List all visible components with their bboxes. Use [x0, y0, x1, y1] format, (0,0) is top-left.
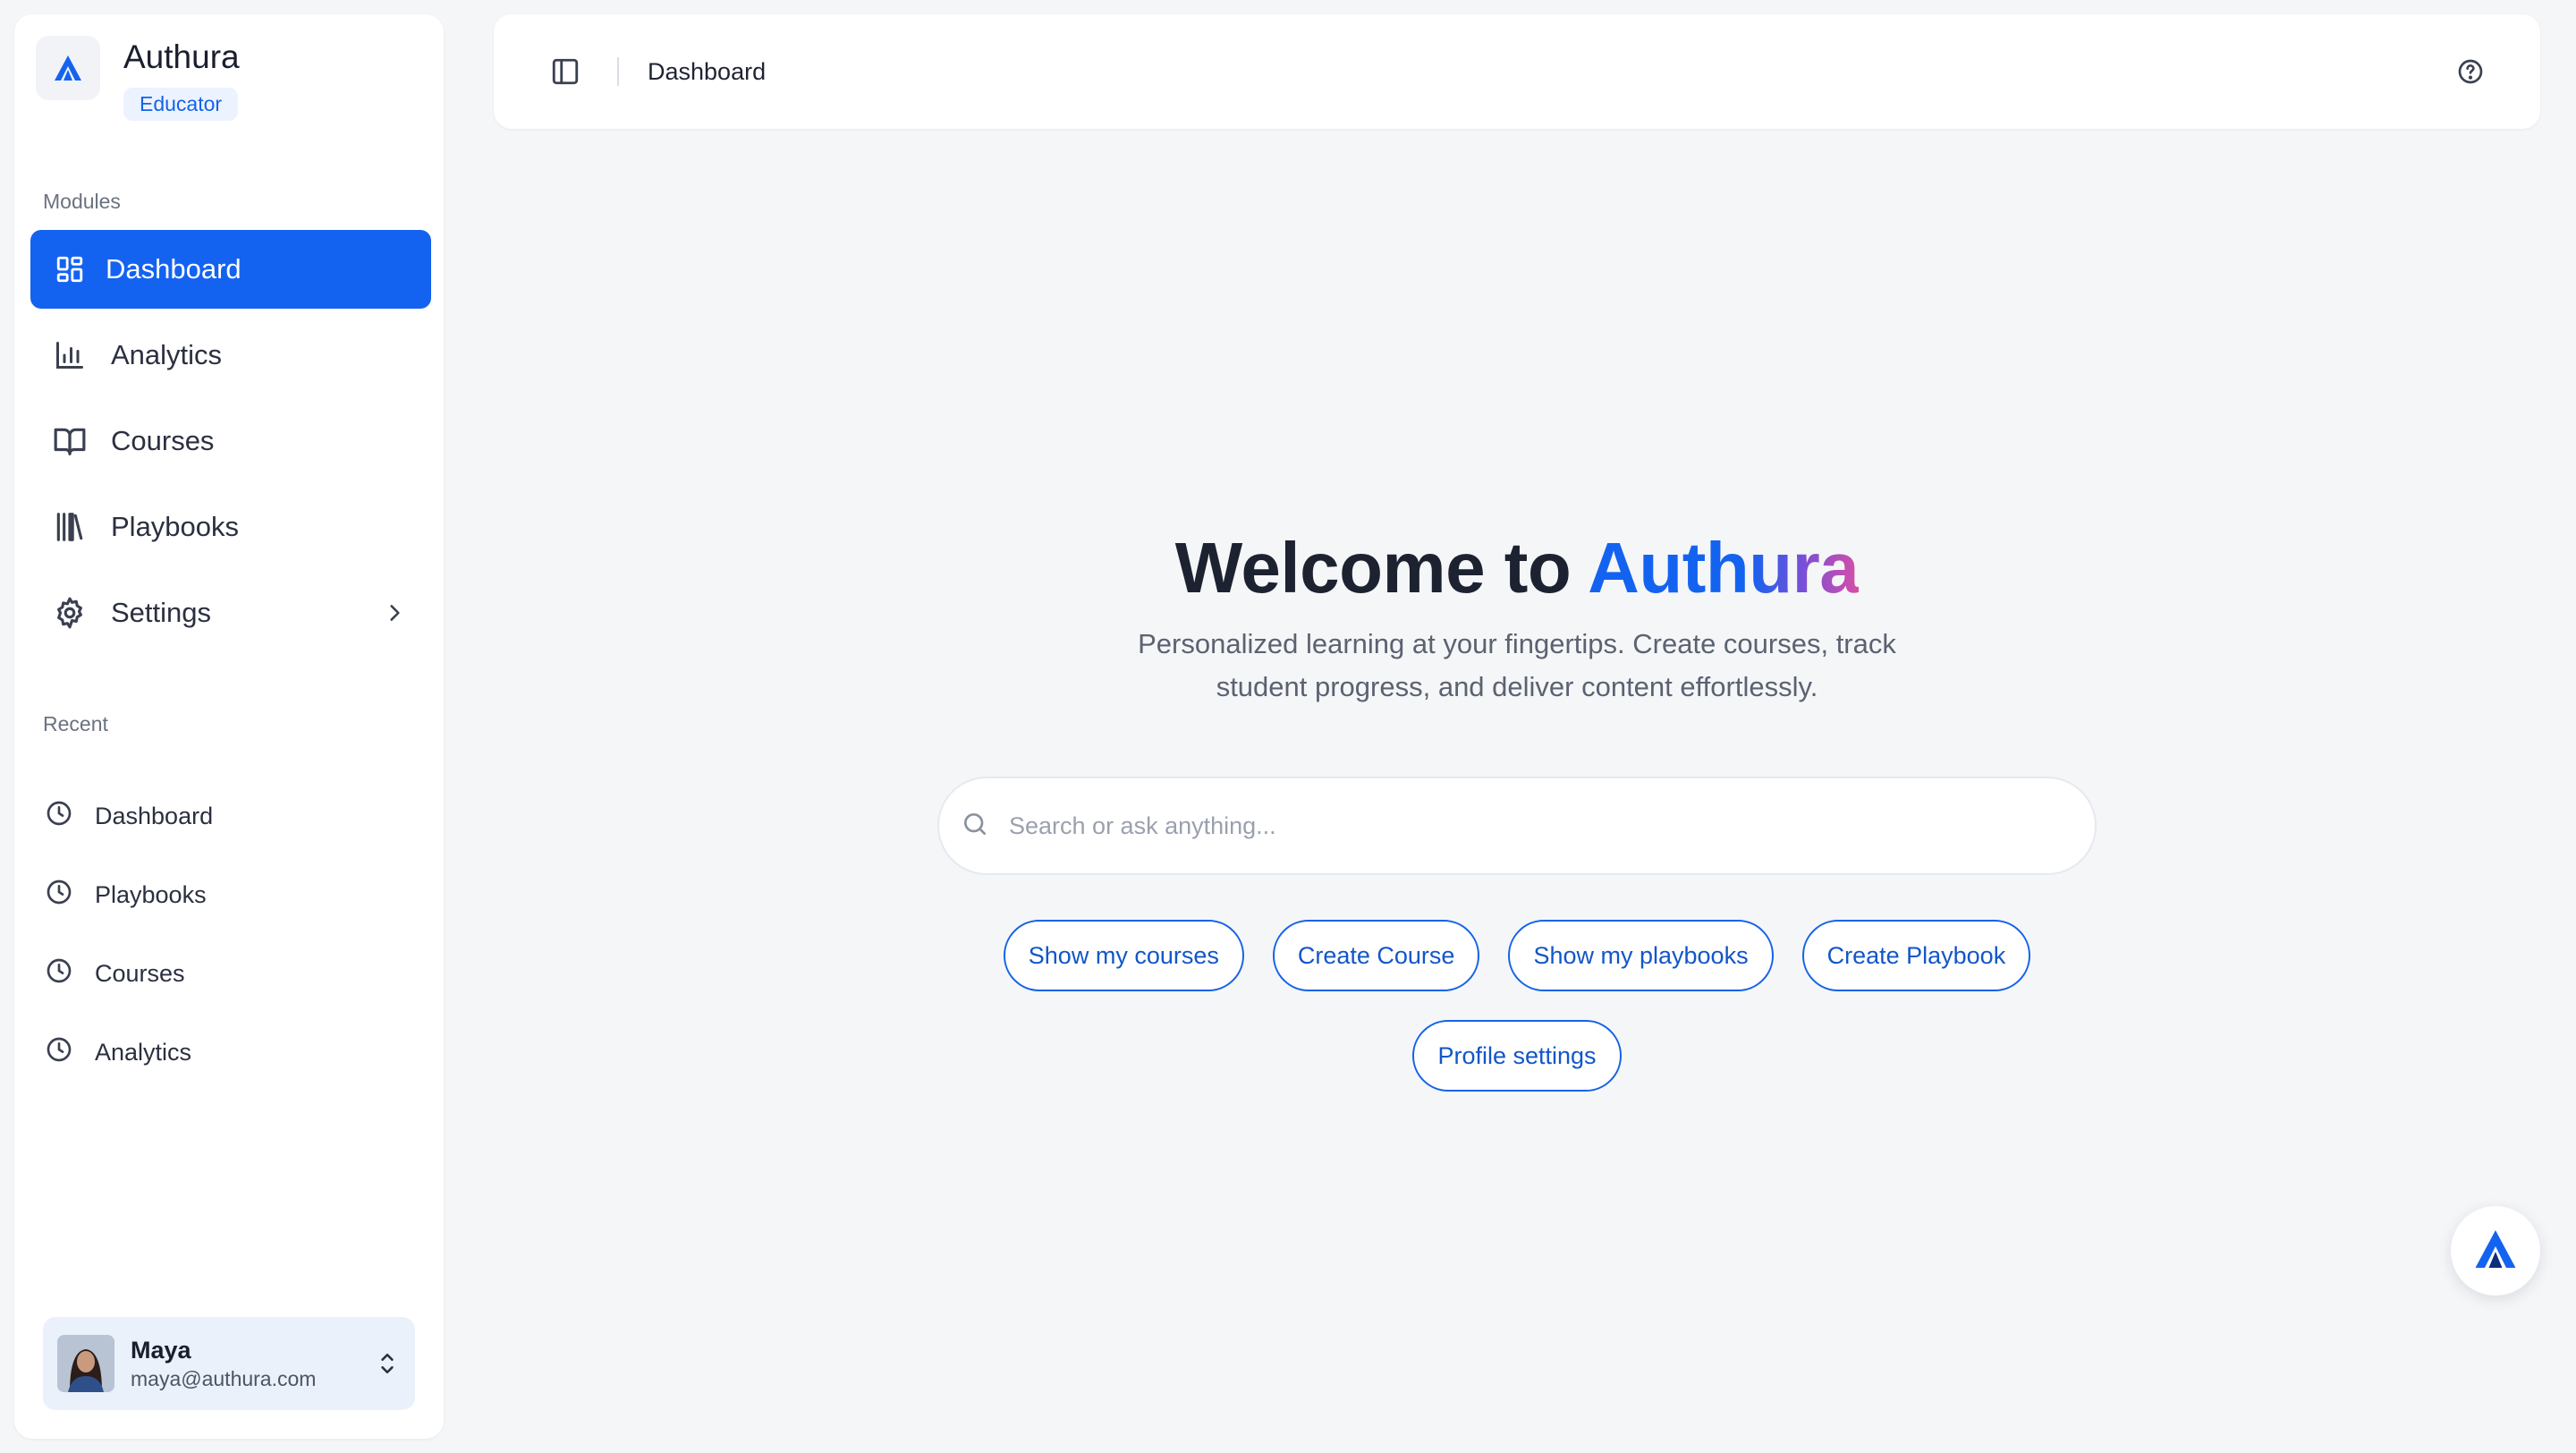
role-badge: Educator [123, 88, 239, 121]
page-title: Dashboard [648, 57, 767, 85]
sidebar-item-label: Dashboard [106, 253, 242, 285]
welcome-title-prefix: Welcome to [1174, 528, 1589, 608]
recent-item-analytics[interactable]: Analytics [45, 1013, 429, 1092]
sidebar-item-playbooks[interactable]: Playbooks [30, 488, 431, 566]
welcome-hero: Welcome to Authura Personalized learning… [494, 519, 2540, 709]
recent-item-courses[interactable]: Courses [45, 934, 429, 1013]
chevrons-up-down-icon[interactable] [376, 1349, 399, 1378]
brand-name: Authura [123, 38, 240, 75]
dashboard-grid-icon [52, 251, 88, 287]
sidebar-item-label: Analytics [111, 339, 223, 370]
search-icon [961, 810, 989, 843]
authura-logo-icon [2472, 1228, 2519, 1275]
sidebar: Authura Educator Modules Dashboard Analy… [14, 14, 444, 1439]
authura-logo-icon[interactable] [36, 36, 100, 100]
sidebar-item-dashboard[interactable]: Dashboard [30, 230, 431, 309]
recent-item-label: Dashboard [95, 802, 214, 829]
sidebar-item-analytics[interactable]: Analytics [30, 316, 431, 395]
library-icon [52, 509, 88, 545]
sidebar-nav: Dashboard Analytics Courses Playbooks Se… [30, 230, 431, 659]
sidebar-item-label: Playbooks [111, 511, 240, 542]
modules-section-label: Modules [43, 190, 121, 213]
brand: Authura Educator [36, 36, 240, 121]
welcome-title-brand: Authura [1588, 528, 1860, 608]
recent-item-label: Courses [95, 959, 185, 987]
gear-icon [52, 595, 88, 631]
sidebar-toggle-icon[interactable] [547, 54, 583, 89]
avatar [57, 1335, 114, 1392]
chevron-right-icon[interactable] [383, 601, 406, 625]
open-book-icon [52, 423, 88, 459]
recent-item-label: Playbooks [95, 880, 207, 908]
profile-settings-button[interactable]: Profile settings [1412, 1020, 1622, 1092]
topbar-divider [617, 57, 619, 86]
top-bar: Dashboard [494, 14, 2540, 129]
recent-item-playbooks[interactable]: Playbooks [45, 855, 429, 934]
clock-icon [45, 956, 73, 991]
sidebar-item-label: Courses [111, 425, 215, 456]
welcome-subtitle: Personalized learning at your fingertips… [1138, 628, 1896, 702]
user-account-switcher[interactable]: Maya maya@authura.com [43, 1317, 415, 1410]
search-bar[interactable] [937, 777, 2097, 875]
bar-chart-icon [52, 337, 88, 373]
search-input[interactable] [1009, 811, 2038, 840]
create-playbook-button[interactable]: Create Playbook [1801, 920, 2031, 991]
clock-icon [45, 1035, 73, 1070]
quick-actions-row-1: Show my courses Create Course Show my pl… [494, 920, 2540, 991]
recent-item-dashboard[interactable]: Dashboard [45, 777, 429, 855]
sidebar-item-settings[interactable]: Settings [30, 574, 431, 652]
help-icon[interactable] [2453, 54, 2488, 89]
assistant-fab[interactable] [2451, 1206, 2540, 1296]
user-email: maya@authura.com [131, 1367, 317, 1390]
show-my-playbooks-button[interactable]: Show my playbooks [1508, 920, 1774, 991]
quick-actions-row-2: Profile settings [494, 1020, 2540, 1092]
sidebar-item-courses[interactable]: Courses [30, 402, 431, 480]
show-my-courses-button[interactable]: Show my courses [1003, 920, 1244, 991]
clock-icon [45, 799, 73, 834]
create-course-button[interactable]: Create Course [1272, 920, 1480, 991]
clock-icon [45, 878, 73, 913]
user-name: Maya [131, 1337, 191, 1364]
welcome-title: Welcome to Authura [494, 519, 2540, 617]
recent-list: Dashboard Playbooks Courses Analytics [45, 777, 429, 1092]
recent-section-label: Recent [43, 712, 108, 735]
recent-item-label: Analytics [95, 1038, 192, 1066]
sidebar-item-label: Settings [111, 597, 212, 628]
